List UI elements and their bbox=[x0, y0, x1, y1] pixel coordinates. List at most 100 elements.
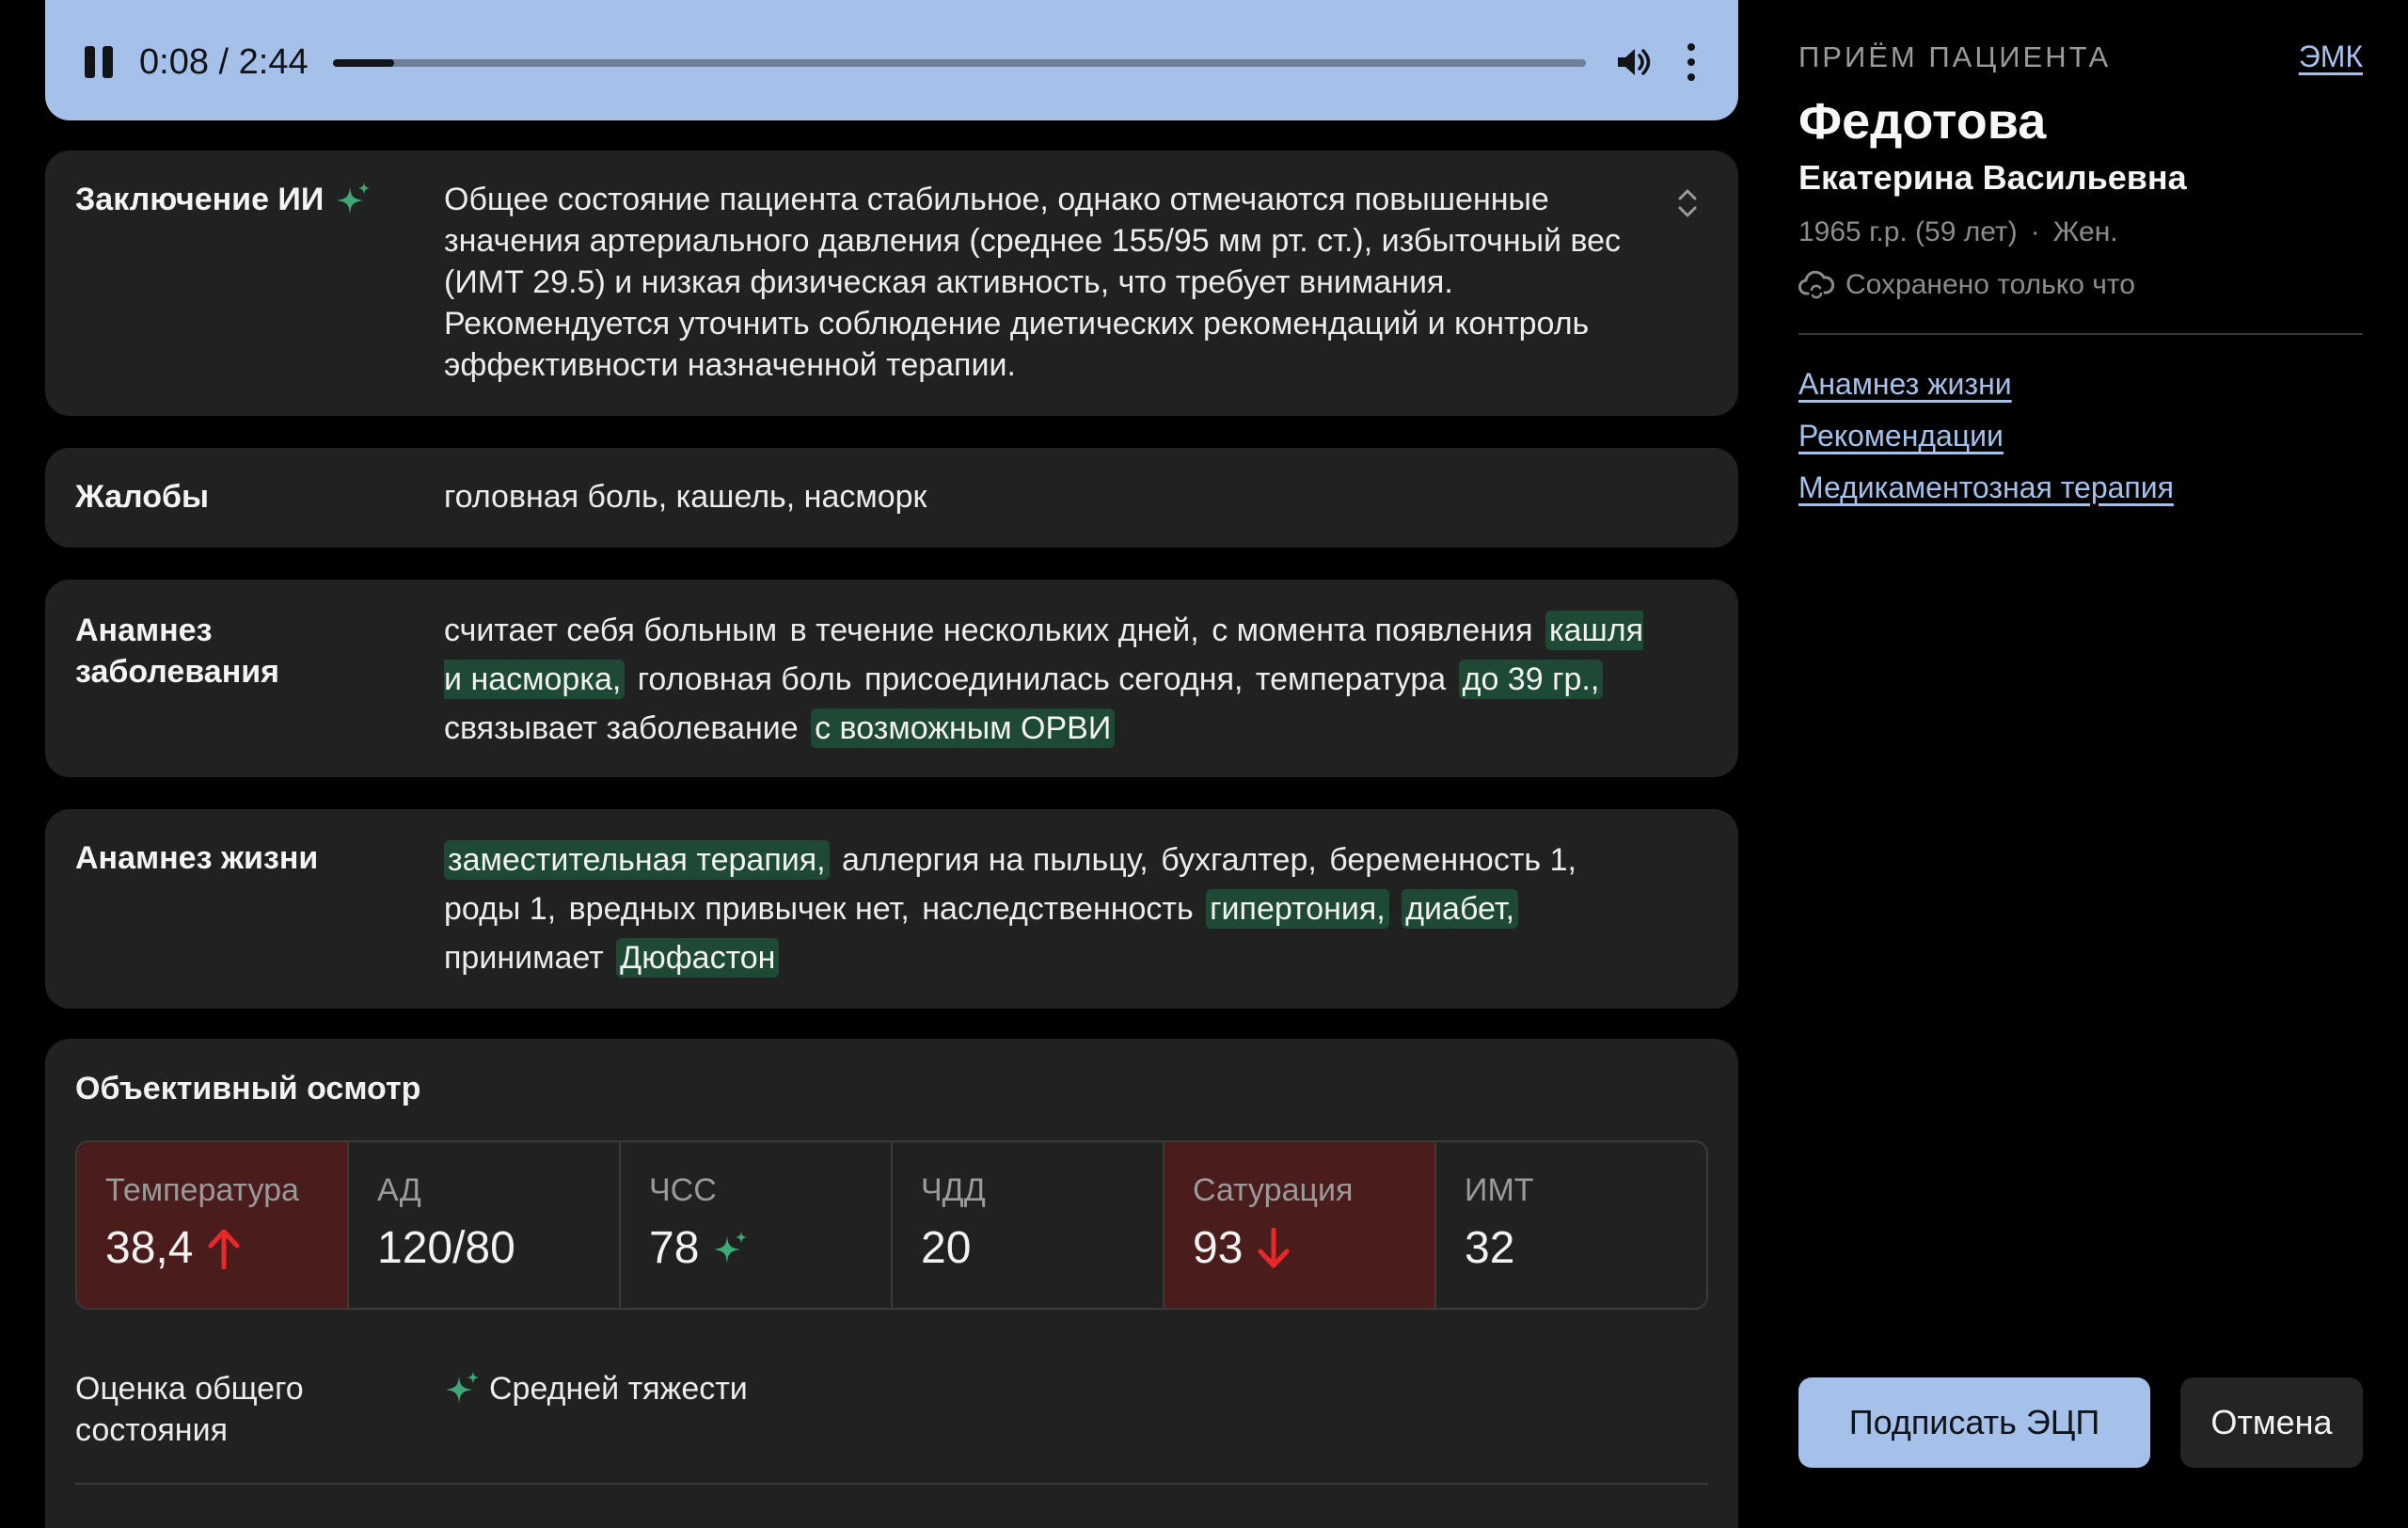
highlighted-fact[interactable]: Дюфастон bbox=[616, 938, 780, 978]
history-fragment: головная боль bbox=[637, 661, 852, 697]
pause-icon bbox=[103, 46, 113, 78]
history-fragment: наследственность bbox=[922, 891, 1194, 927]
vital-cell[interactable]: Температура 38,4 bbox=[77, 1142, 349, 1308]
life-history-card: Анамнез жизни заместительная терапия, ал… bbox=[45, 809, 1738, 1009]
history-fragment: аллергия на пыльцу, bbox=[842, 842, 1149, 878]
sidebar-header: ПРИЁМ ПАЦИЕНТА ЭМК bbox=[1798, 40, 2363, 74]
vital-value-wrap: 38,4 bbox=[105, 1222, 347, 1274]
vital-name: АД bbox=[377, 1172, 421, 1208]
playback-progress-bar[interactable] bbox=[332, 59, 1586, 67]
sparkle-icon bbox=[446, 1371, 479, 1404]
ai-conclusion-text: Общее состояние пациента стабильное, одн… bbox=[444, 182, 1622, 383]
ai-conclusion-card: Заключение ИИ Общее состояние пациента с… bbox=[45, 151, 1738, 416]
complaints-card: Жалобы головная боль, кашель, насморк bbox=[45, 448, 1738, 548]
history-fragment: роды 1, bbox=[444, 891, 557, 927]
emk-link[interactable]: ЭМК bbox=[2299, 40, 2363, 74]
link-recommendations[interactable]: Рекомендации bbox=[1798, 419, 2174, 454]
vital-name: Сатурация bbox=[1193, 1172, 1354, 1208]
more-vertical-icon[interactable] bbox=[1686, 43, 1697, 81]
highlighted-fact[interactable]: до 39 гр., bbox=[1458, 660, 1604, 699]
history-fragment: бухгалтер, bbox=[1161, 842, 1317, 878]
cloud-sync-icon bbox=[1798, 270, 1834, 299]
vitals-table: Температура 38,4 АД 120/80 ЧСС 78 ЧДД 20 Сатурац… bbox=[75, 1140, 1708, 1310]
history-fragment: связывает заболевание bbox=[444, 710, 799, 746]
vital-name: ЧСС bbox=[649, 1172, 717, 1208]
assessment-label: Оценка общего состояния bbox=[75, 1371, 304, 1448]
vital-value: 120/80 bbox=[377, 1223, 515, 1273]
history-fragment: считает себя больным bbox=[444, 613, 778, 648]
pause-button[interactable] bbox=[85, 46, 113, 78]
section-links: Анамнез жизни Рекомендации Медикаментозн… bbox=[1798, 367, 2174, 505]
life-history-text[interactable]: заместительная терапия, аллергия на пыль… bbox=[444, 836, 1657, 982]
life-history-label: Анамнез жизни bbox=[75, 840, 319, 876]
vital-value: 78 bbox=[649, 1223, 700, 1273]
history-fragment: принимает bbox=[444, 940, 604, 976]
patient-sidebar: ПРИЁМ ПАЦИЕНТА ЭМК Федотова Екатерина Ва… bbox=[1798, 0, 2363, 1505]
vital-cell[interactable]: Сатурация 93 bbox=[1164, 1142, 1436, 1308]
cancel-button[interactable]: Отмена bbox=[2180, 1377, 2363, 1468]
ai-conclusion-label-wrap: Заключение ИИ bbox=[75, 179, 372, 220]
vital-cell[interactable]: АД 120/80 bbox=[349, 1142, 621, 1308]
vital-value-wrap: 120/80 bbox=[377, 1222, 619, 1274]
main-column: 0:08 / 2:44 Заключение ИИ Общее состояни… bbox=[45, 0, 1738, 1528]
patient-meta: 1965 г.р. (59 лет) · Жен. bbox=[1798, 216, 2118, 248]
vital-value: 32 bbox=[1465, 1223, 1515, 1273]
meta-separator: · bbox=[2030, 216, 2040, 247]
vital-name: ЧДД bbox=[921, 1172, 986, 1208]
patient-sex: Жен. bbox=[2052, 216, 2118, 247]
vital-value-wrap: 93 bbox=[1193, 1222, 1434, 1274]
link-drug-therapy[interactable]: Медикаментозная терапия bbox=[1798, 470, 2174, 505]
patient-birth: 1965 г.р. (59 лет) bbox=[1798, 216, 2018, 247]
divider bbox=[1798, 333, 2363, 335]
link-life-history[interactable]: Анамнез жизни bbox=[1798, 367, 2174, 402]
vital-cell[interactable]: ЧСС 78 bbox=[621, 1142, 893, 1308]
highlighted-fact[interactable]: заместительная терапия, bbox=[444, 840, 830, 880]
vital-value: 38,4 bbox=[105, 1223, 194, 1273]
assessment-value: Средней тяжести bbox=[489, 1371, 748, 1407]
sign-ecp-button[interactable]: Подписать ЭЦП bbox=[1798, 1377, 2150, 1468]
complaints-text[interactable]: головная боль, кашель, насморк bbox=[444, 476, 927, 517]
vital-cell[interactable]: ЧДД 20 bbox=[893, 1142, 1164, 1308]
history-fragment: температура bbox=[1255, 661, 1447, 697]
save-status: Сохранено только что bbox=[1798, 269, 2135, 301]
highlighted-fact[interactable]: с возможным ОРВИ bbox=[811, 708, 1116, 748]
objective-exam-card: Объективный осмотр Температура 38,4 АД 120/… bbox=[45, 1039, 1738, 1528]
history-fragment: с момента появления bbox=[1212, 613, 1533, 648]
history-fragment: в течение нескольких дней, bbox=[789, 613, 1199, 648]
disease-history-card: Анамнез заболевания считает себя больным… bbox=[45, 580, 1738, 777]
disease-history-text[interactable]: считает себя больным в течение нескольки… bbox=[444, 606, 1657, 753]
history-fragment: беременность 1, bbox=[1329, 842, 1576, 878]
history-fragment: присоединилась сегодня, bbox=[863, 661, 1244, 697]
history-fragment: вредных привычек нет, bbox=[568, 891, 910, 927]
reception-kicker: ПРИЁМ ПАЦИЕНТА bbox=[1798, 40, 2112, 73]
volume-icon[interactable] bbox=[1614, 43, 1652, 81]
playback-progress-fill bbox=[332, 59, 394, 67]
vital-value: 20 bbox=[921, 1223, 972, 1273]
vital-name: Температура bbox=[105, 1172, 299, 1208]
highlighted-fact[interactable]: гипертония, bbox=[1206, 889, 1389, 929]
ai-conclusion-label: Заключение ИИ bbox=[75, 182, 325, 217]
complaints-label: Жалобы bbox=[75, 479, 210, 515]
vital-value-wrap: 20 bbox=[921, 1222, 1163, 1274]
vital-value-wrap: 78 bbox=[649, 1222, 891, 1274]
expand-collapse-icon[interactable] bbox=[1674, 184, 1701, 222]
objective-exam-title: Объективный осмотр bbox=[75, 1071, 421, 1106]
arrow-up-icon bbox=[206, 1228, 242, 1269]
vital-value: 93 bbox=[1193, 1223, 1244, 1273]
arrow-down-icon bbox=[1256, 1227, 1291, 1269]
divider bbox=[75, 1483, 1708, 1485]
vital-cell[interactable]: ИМТ 32 bbox=[1436, 1142, 1706, 1308]
vital-name: ИМТ bbox=[1465, 1172, 1534, 1208]
patient-surname: Федотова bbox=[1798, 93, 2047, 150]
assessment-value-wrap[interactable]: Средней тяжести bbox=[444, 1368, 748, 1409]
playback-time: 0:08 / 2:44 bbox=[139, 41, 309, 82]
highlighted-fact[interactable]: диабет, bbox=[1402, 889, 1519, 929]
save-status-text: Сохранено только что bbox=[1846, 269, 2135, 300]
audio-player: 0:08 / 2:44 bbox=[45, 0, 1738, 120]
sparkle-icon bbox=[712, 1230, 750, 1267]
sparkle-icon bbox=[337, 182, 371, 215]
patient-given-names: Екатерина Васильевна bbox=[1798, 158, 2187, 197]
pause-icon bbox=[85, 46, 95, 78]
disease-history-label: Анамнез заболевания bbox=[75, 613, 279, 690]
vital-value-wrap: 32 bbox=[1465, 1222, 1706, 1274]
